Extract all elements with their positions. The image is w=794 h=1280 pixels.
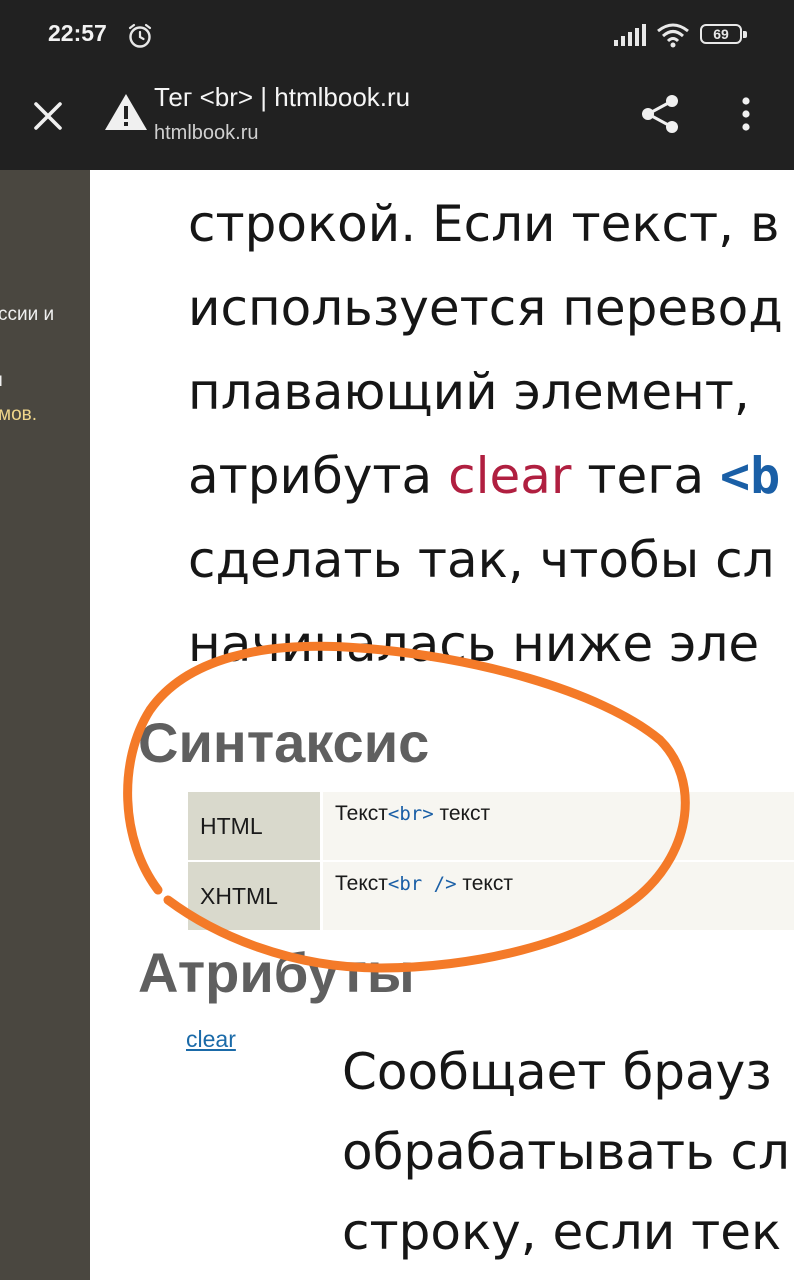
attribute-description: Сообщает брауз обрабатывать сл строку, е… — [342, 1032, 790, 1272]
paragraph-line: плавающий элемент, — [188, 363, 750, 421]
table-row: HTML Текст<br> текст — [188, 792, 794, 862]
page-title: Тег <br> | htmlbook.ru — [154, 82, 411, 112]
attributes-heading: Атрибуты — [138, 941, 415, 1004]
status-bar: 22:57 69 — [0, 0, 794, 72]
battery-icon: 69 — [700, 24, 750, 46]
paragraph-line: начиналась ниже эле — [188, 615, 760, 673]
paragraph-line: атрибута clear тега <b — [188, 434, 783, 518]
browser-toolbar: Тег <br> | htmlbook.ru htmlbook.ru — [0, 72, 794, 170]
syntax-lang-cell: XHTML — [188, 861, 323, 932]
code-text: текст — [433, 802, 491, 825]
share-icon[interactable] — [638, 92, 682, 136]
description-line: Сообщает брауз — [342, 1043, 772, 1101]
article-content: строкой. Если текст, в используется пере… — [90, 170, 794, 1280]
battery-level: 69 — [713, 26, 729, 42]
syntax-table: HTML Текст<br> текст XHTML Текст<br /> т… — [188, 792, 794, 932]
syntax-code-cell: Текст<br> текст — [321, 792, 794, 862]
attribute-keyword: clear — [448, 447, 572, 505]
wifi-icon — [657, 23, 689, 48]
description-line: строку, если тек — [342, 1203, 782, 1261]
article-paragraph: строкой. Если текст, в используется пере… — [188, 182, 783, 686]
code-text: Текст — [335, 872, 388, 895]
syntax-lang-cell: HTML — [188, 792, 323, 862]
table-row: XHTML Текст<br /> текст — [188, 861, 794, 932]
paragraph-line: используется перевод — [188, 279, 783, 337]
syntax-code-cell: Текст<br /> текст — [321, 861, 794, 932]
code-tag: <br /> — [387, 873, 457, 895]
signal-icon — [614, 24, 646, 46]
code-text: Текст — [335, 802, 388, 825]
clock: 22:57 — [48, 20, 107, 46]
sidebar-text: ссии и — [0, 304, 55, 325]
syntax-heading: Синтаксис — [138, 711, 430, 774]
code-text: текст — [456, 872, 513, 895]
paragraph-line: строкой. Если текст, в — [188, 195, 780, 253]
sidebar-text: ı — [0, 370, 4, 391]
code-tag: <br> — [387, 803, 434, 825]
paragraph-text: тега — [571, 447, 721, 505]
warning-icon[interactable] — [104, 92, 148, 132]
alarm-icon — [128, 23, 152, 48]
description-line: обрабатывать сл — [342, 1123, 790, 1181]
close-icon[interactable] — [28, 96, 68, 136]
page-sidebar: ссии и ı мов. — [0, 170, 90, 1280]
more-vert-icon[interactable] — [734, 94, 758, 134]
attribute-link-clear[interactable]: clear — [186, 1026, 236, 1053]
tag-keyword[interactable]: <b — [720, 447, 780, 505]
paragraph-text: атрибута — [188, 447, 449, 505]
paragraph-line: сделать так, чтобы сл — [188, 531, 775, 589]
page-url: htmlbook.ru — [154, 122, 259, 144]
sidebar-link[interactable]: мов. — [0, 404, 37, 426]
